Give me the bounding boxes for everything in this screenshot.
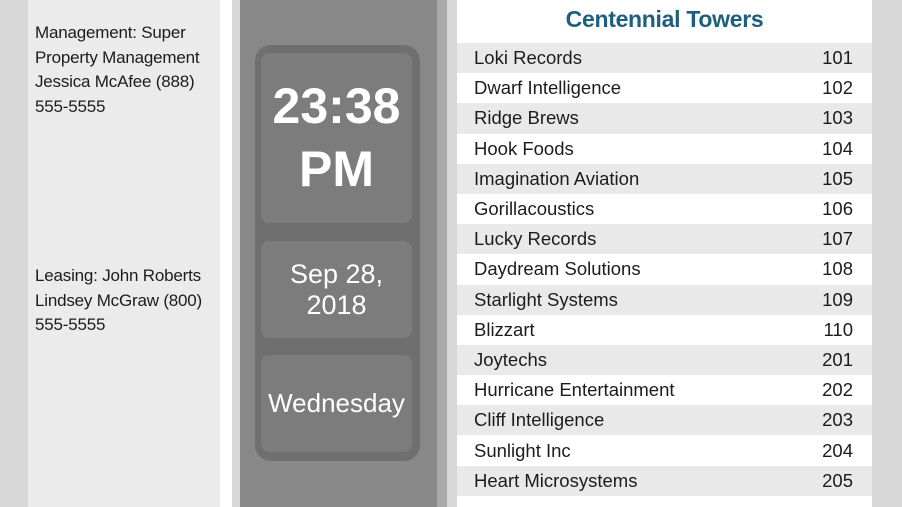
- tenant-row: Starlight Systems 109: [457, 284, 872, 315]
- tenant-suite: 108: [822, 258, 853, 280]
- tenant-suite: 105: [822, 167, 853, 189]
- leasing-line-3: 555-5555: [35, 315, 106, 334]
- tenant-suite: 107: [822, 228, 853, 250]
- tenant-suite: 103: [822, 107, 853, 129]
- building-title: Centennial Towers: [565, 6, 764, 32]
- tenant-row: Gorillacoustics 106: [457, 193, 872, 225]
- left-border-strip: [0, 0, 28, 507]
- time-value: 23:38: [272, 78, 401, 134]
- tenant-row: Blizzart 110: [457, 314, 872, 345]
- tenant-row: Dwarf Intelligence 102: [457, 73, 872, 104]
- tenant-suite: 109: [822, 288, 853, 310]
- tenant-suite: 202: [822, 379, 853, 401]
- right-border-strip: [872, 0, 902, 507]
- management-line-4: 555-5555: [35, 96, 106, 116]
- management-contact: Management: Super Property Management Je…: [35, 21, 220, 119]
- time-display: 23:38 PM: [261, 53, 412, 223]
- tenant-name: Heart Microsystems: [474, 469, 638, 491]
- tenant-row: Sunlight Inc 204: [457, 435, 872, 466]
- tenant-name: Daydream Solutions: [474, 258, 641, 280]
- date-value: Sep 28, 2018: [289, 258, 384, 320]
- tenant-suite: 201: [822, 348, 853, 370]
- tenant-name: Hook Foods: [474, 137, 574, 159]
- directory-border-left: [447, 0, 457, 507]
- tenant-name: Loki Records: [474, 47, 582, 69]
- time-meridiem: PM: [299, 141, 374, 197]
- weekday-value: Wednesday: [268, 388, 405, 418]
- leasing-contact: Leasing: John Roberts Lindsey McGraw (80…: [35, 264, 220, 338]
- tenant-suite: 104: [822, 137, 853, 159]
- tenant-suite: 102: [822, 77, 853, 99]
- tenant-name: Ridge Brews: [474, 107, 579, 129]
- tenant-row: Loki Records 101: [457, 43, 872, 74]
- clock-panel: 23:38 PM Sep 28, 2018 Wednesday: [240, 0, 437, 507]
- tenant-suite: 204: [822, 439, 853, 461]
- clock-panel-border: [232, 0, 240, 507]
- tenant-name: Joytechs: [474, 348, 548, 370]
- tenant-name: Lucky Records: [474, 228, 597, 250]
- tenant-row: Joytechs 201: [457, 344, 872, 376]
- tenant-name: Starlight Systems: [474, 288, 618, 310]
- leasing-line-2: Lindsey McGraw (800): [35, 290, 203, 310]
- tenant-row: Cliff Intelligence 203: [457, 405, 872, 436]
- clock-panel-edge: [437, 0, 447, 507]
- tenant-suite: 106: [822, 198, 853, 220]
- leasing-line-1: Leasing: John Roberts: [35, 266, 201, 285]
- tenant-row: Heart Microsystems 205: [457, 465, 872, 496]
- tenant-row: Imagination Aviation 105: [457, 163, 872, 194]
- tenant-row: Lucky Records 107: [457, 224, 872, 255]
- tenant-suite: 205: [822, 469, 853, 491]
- tenant-row: Daydream Solutions 108: [457, 254, 872, 285]
- tenant-list: Loki Records 101 Dwarf Intelligence 102 Ridg…: [457, 43, 872, 496]
- tenant-name: Dwarf Intelligence: [474, 77, 622, 99]
- clock-frame: 23:38 PM Sep 28, 2018 Wednesday: [255, 45, 420, 461]
- contact-panel: Management: Super Property Management Je…: [28, 0, 220, 507]
- tenant-row: Hook Foods 104: [457, 133, 872, 164]
- tenant-name: Imagination Aviation: [474, 167, 640, 189]
- tenant-suite: 110: [823, 318, 854, 340]
- date-display: Sep 28, 2018: [261, 241, 412, 338]
- panel-gap: [220, 0, 232, 507]
- management-line-1: Management: Super: [35, 23, 186, 42]
- tenant-name: Hurricane Entertainment: [474, 379, 675, 401]
- tenant-name: Sunlight Inc: [474, 439, 571, 461]
- tenant-row: Ridge Brews 103: [457, 103, 872, 134]
- tenant-name: Cliff Intelligence: [474, 409, 605, 431]
- management-line-3: Jessica McAfee (888): [35, 72, 195, 91]
- tenant-suite: 101: [822, 47, 853, 69]
- management-line-2: Property Management: [35, 47, 200, 67]
- tenant-name: Blizzart: [474, 318, 535, 340]
- tenant-suite: 203: [822, 409, 853, 431]
- tenant-directory: Centennial Towers Loki Records 101 Dwarf I…: [457, 0, 872, 507]
- tenant-name: Gorillacoustics: [474, 198, 595, 220]
- weekday-display: Wednesday: [261, 355, 412, 452]
- tenant-row: Hurricane Entertainment 202: [457, 375, 872, 406]
